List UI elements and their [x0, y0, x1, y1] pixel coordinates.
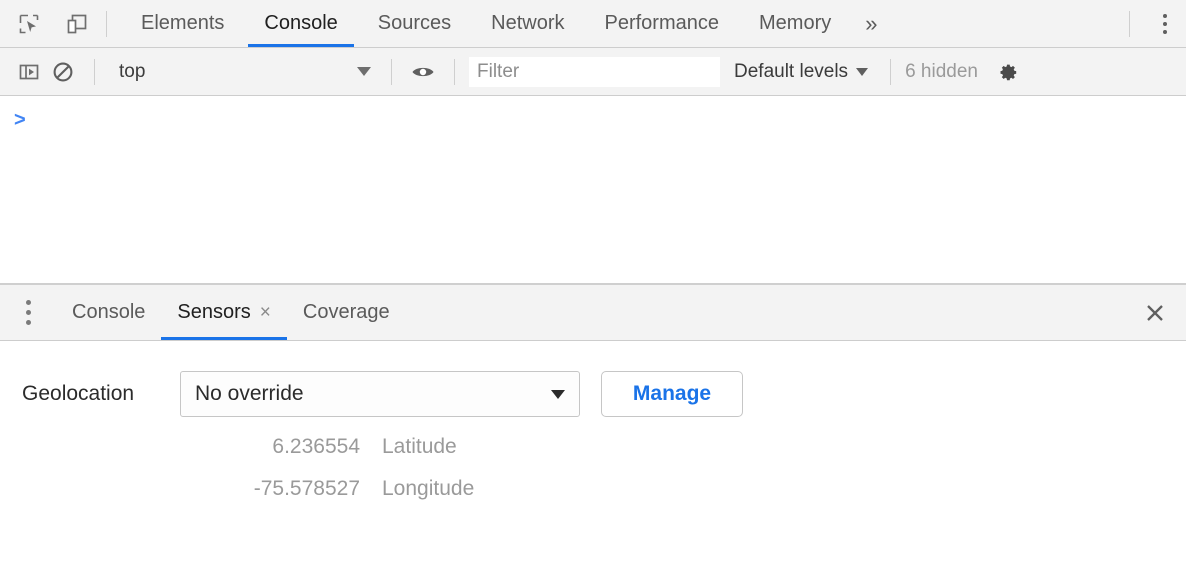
console-message-area: >: [0, 96, 1186, 283]
chevron-down-icon: [551, 390, 565, 399]
tab-memory[interactable]: Memory: [739, 0, 851, 47]
latitude-row: Latitude: [0, 435, 1186, 459]
kebab-menu-icon: [1163, 30, 1167, 34]
toolbar-divider: [106, 11, 107, 37]
console-sidebar-icon: [17, 60, 41, 84]
manage-locations-button[interactable]: Manage: [601, 371, 743, 417]
tab-sources-label: Sources: [378, 12, 451, 35]
longitude-label: Longitude: [382, 477, 474, 501]
tab-console-label: Console: [264, 12, 337, 35]
latitude-input[interactable]: [180, 435, 360, 459]
device-toolbar-icon: [65, 12, 89, 36]
clear-console-button[interactable]: [46, 55, 80, 89]
tab-console[interactable]: Console: [244, 0, 357, 47]
kebab-menu-icon: [26, 300, 31, 305]
drawer-more-tools-button[interactable]: [0, 285, 56, 340]
drawer-tab-sensors-label: Sensors: [177, 301, 250, 324]
tab-elements[interactable]: Elements: [121, 0, 244, 47]
tab-network[interactable]: Network: [471, 0, 584, 47]
console-prompt-chevron-icon: >: [14, 110, 26, 130]
tab-memory-label: Memory: [759, 12, 831, 35]
log-levels-selector[interactable]: Default levels: [734, 61, 868, 83]
live-expression-button[interactable]: [406, 55, 440, 89]
geolocation-row: Geolocation No override Manage: [0, 371, 1186, 417]
tab-network-label: Network: [491, 12, 564, 35]
tab-performance-label: Performance: [605, 12, 720, 35]
hidden-messages-count: 6 hidden: [905, 61, 978, 83]
console-toolbar-divider-4: [890, 59, 891, 85]
more-tabs-icon: »: [865, 11, 877, 37]
latitude-label: Latitude: [382, 435, 457, 459]
drawer-tab-console-label: Console: [72, 301, 145, 324]
clear-console-icon: [51, 60, 75, 84]
drawer-tab-coverage-label: Coverage: [303, 301, 390, 324]
drawer-tab-sensors[interactable]: Sensors ×: [161, 285, 286, 340]
kebab-menu-icon: [1163, 14, 1167, 18]
toolbar-icon-group: [0, 9, 92, 39]
longitude-row: Longitude: [0, 477, 1186, 501]
kebab-menu-icon: [26, 310, 31, 315]
drawer-tab-sensors-close-icon[interactable]: ×: [260, 303, 271, 322]
drawer-tab-coverage[interactable]: Coverage: [287, 285, 406, 340]
devtools-drawer: Console Sensors × Coverage Geolocation N…: [0, 283, 1186, 582]
console-settings-button[interactable]: [994, 59, 1020, 85]
tab-performance[interactable]: Performance: [585, 0, 740, 47]
geolocation-label: Geolocation: [22, 382, 180, 406]
close-drawer-icon: [1143, 301, 1167, 325]
chevron-down-icon: [856, 68, 868, 76]
more-tabs-button[interactable]: »: [851, 0, 891, 47]
tab-elements-label: Elements: [141, 12, 224, 35]
log-levels-value: Default levels: [734, 61, 848, 83]
gear-icon: [994, 59, 1020, 85]
chevron-down-icon: [357, 67, 371, 76]
main-tabbar-right: [1115, 0, 1186, 47]
live-expression-eye-icon: [410, 59, 436, 85]
console-toolbar-divider-2: [391, 59, 392, 85]
device-toolbar-button[interactable]: [62, 9, 92, 39]
longitude-input[interactable]: [180, 477, 360, 501]
tab-sources[interactable]: Sources: [358, 0, 471, 47]
console-prompt-row[interactable]: >: [0, 96, 1186, 130]
customize-devtools-button[interactable]: [1144, 0, 1186, 47]
drawer-tab-console[interactable]: Console: [56, 285, 161, 340]
console-toolbar-divider-3: [454, 59, 455, 85]
console-filter-toolbar: top Default levels 6 hidden: [0, 48, 1186, 96]
execution-context-selector[interactable]: top: [109, 55, 377, 89]
panel-tab-list: Elements Console Sources Network Perform…: [121, 0, 891, 47]
devtools-main-tabbar: Elements Console Sources Network Perform…: [0, 0, 1186, 48]
geolocation-preset-value: No override: [195, 382, 551, 406]
execution-context-value: top: [119, 61, 357, 83]
toolbar-divider-right: [1129, 11, 1130, 37]
console-filter-input[interactable]: [469, 57, 720, 87]
console-toolbar-divider-1: [94, 59, 95, 85]
kebab-menu-icon: [1163, 22, 1167, 26]
console-sidebar-toggle-button[interactable]: [12, 55, 46, 89]
drawer-tabbar: Console Sensors × Coverage: [0, 285, 1186, 341]
inspect-element-button[interactable]: [14, 9, 44, 39]
sensors-panel: Geolocation No override Manage Latitude …: [0, 341, 1186, 501]
close-drawer-button[interactable]: [1124, 285, 1186, 340]
inspect-element-icon: [17, 12, 41, 36]
kebab-menu-icon: [26, 320, 31, 325]
geolocation-preset-select[interactable]: No override: [180, 371, 580, 417]
